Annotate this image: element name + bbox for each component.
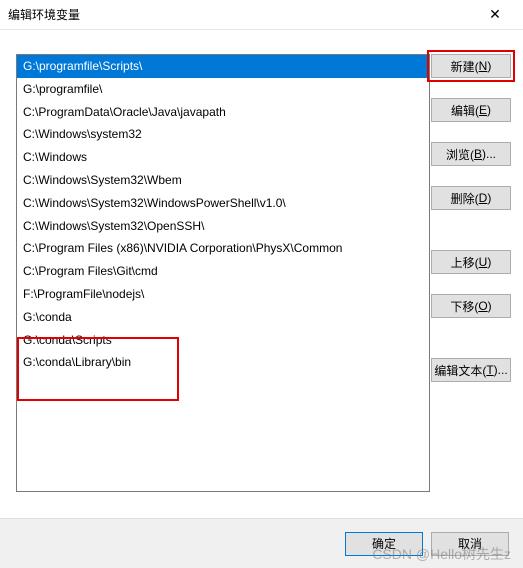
ok-button[interactable]: 确定: [345, 532, 423, 556]
delete-button-pre: 删除(: [451, 190, 479, 207]
close-icon: ✕: [489, 6, 501, 23]
list-item[interactable]: C:\Windows: [17, 146, 429, 169]
move-up-button[interactable]: 上移(U): [431, 250, 511, 274]
movedown-button-accel: O: [478, 299, 487, 313]
window-title: 编辑环境变量: [8, 6, 80, 23]
browse-button-pre: 浏览(: [446, 146, 474, 163]
new-button-post: ): [487, 59, 491, 73]
list-item[interactable]: C:\ProgramData\Oracle\Java\javapath: [17, 101, 429, 124]
browse-button-accel: B: [474, 147, 482, 161]
edittext-button-pre: 编辑文本(: [434, 362, 486, 379]
movedown-button-pre: 下移(: [450, 298, 478, 315]
list-item[interactable]: G:\programfile\: [17, 78, 429, 101]
title-bar: 编辑环境变量 ✕: [0, 0, 523, 30]
moveup-button-accel: U: [479, 255, 488, 269]
moveup-button-post: ): [487, 255, 491, 269]
list-item[interactable]: G:\conda\Scripts: [17, 329, 429, 352]
list-item[interactable]: C:\Windows\System32\WindowsPowerShell\v1…: [17, 192, 429, 215]
edittext-button-post: )...: [494, 363, 508, 377]
path-listbox[interactable]: G:\programfile\Scripts\G:\programfile\C:…: [16, 54, 430, 492]
list-item[interactable]: C:\Program Files (x86)\NVIDIA Corporatio…: [17, 237, 429, 260]
cancel-button[interactable]: 取消: [431, 532, 509, 556]
bottom-bar: 确定 取消: [0, 518, 523, 568]
move-down-button[interactable]: 下移(O): [431, 294, 511, 318]
movedown-button-post: ): [488, 299, 492, 313]
list-item[interactable]: G:\conda\Library\bin: [17, 351, 429, 374]
list-item[interactable]: C:\Windows\system32: [17, 123, 429, 146]
edit-button-post: ): [487, 103, 491, 117]
edit-button[interactable]: 编辑(E): [431, 98, 511, 122]
delete-button[interactable]: 删除(D): [431, 186, 511, 210]
edit-button-pre: 编辑(: [451, 102, 479, 119]
edit-button-accel: E: [479, 103, 487, 117]
delete-button-accel: D: [479, 191, 488, 205]
content-area: G:\programfile\Scripts\G:\programfile\C:…: [0, 30, 523, 518]
browse-button-post: )...: [482, 147, 496, 161]
list-item[interactable]: G:\programfile\Scripts\: [17, 55, 429, 78]
list-item[interactable]: F:\ProgramFile\nodejs\: [17, 283, 429, 306]
moveup-button-pre: 上移(: [451, 254, 479, 271]
new-button[interactable]: 新建(N): [431, 54, 511, 78]
list-item[interactable]: C:\Windows\System32\Wbem: [17, 169, 429, 192]
list-item[interactable]: C:\Windows\System32\OpenSSH\: [17, 215, 429, 238]
close-button[interactable]: ✕: [475, 0, 515, 30]
new-button-accel: N: [479, 59, 488, 73]
delete-button-post: ): [487, 191, 491, 205]
new-button-pre: 新建(: [451, 58, 479, 75]
list-item[interactable]: G:\conda: [17, 306, 429, 329]
list-item[interactable]: C:\Program Files\Git\cmd: [17, 260, 429, 283]
browse-button[interactable]: 浏览(B)...: [431, 142, 511, 166]
edit-text-button[interactable]: 编辑文本(T)...: [431, 358, 511, 382]
side-button-panel: 新建(N) 编辑(E) 浏览(B)... 删除(D) 上移(U) 下移(O) 编…: [431, 54, 511, 382]
edittext-button-accel: T: [486, 363, 493, 377]
